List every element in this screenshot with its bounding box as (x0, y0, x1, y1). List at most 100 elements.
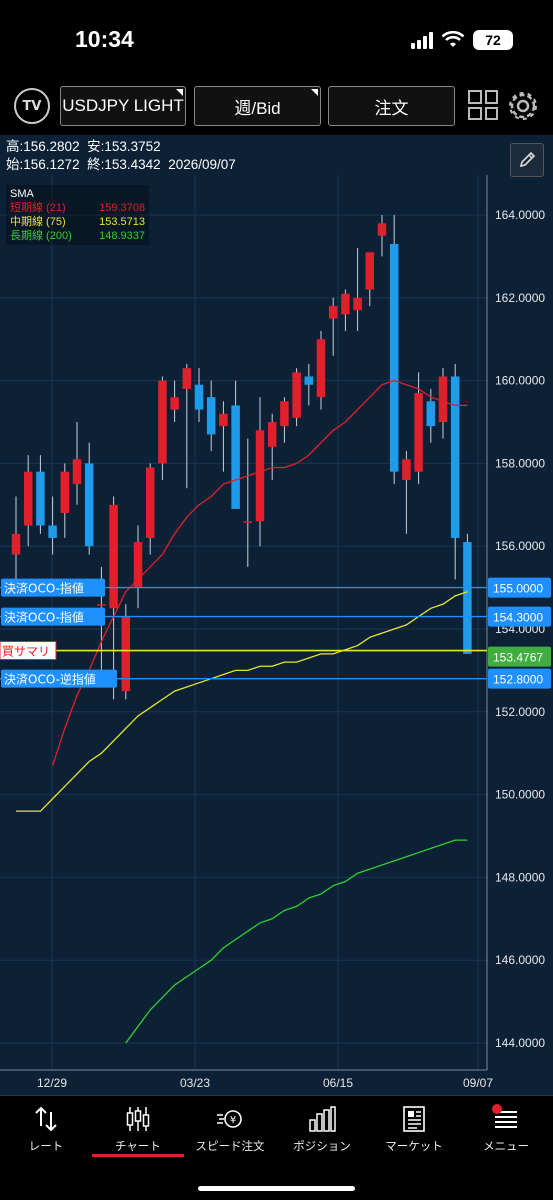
candle-body (60, 471, 70, 514)
nav-position[interactable]: ポジション (276, 1104, 368, 1154)
candle-body (194, 384, 204, 410)
date-tick-label: 06/15 (323, 1076, 353, 1090)
candle-body (170, 397, 179, 410)
position-bars-icon (309, 1106, 336, 1132)
chart-area[interactable]: 164.0000 162.0000 160.0000 158.0000 156.0000… (0, 135, 553, 1095)
price-tick-label: 150.0000 (495, 788, 545, 802)
candle-body (23, 471, 33, 526)
news-icon (403, 1106, 425, 1132)
candle-body (158, 380, 167, 464)
close-value: 153.4342 (104, 157, 161, 172)
tradingview-logo[interactable]: TV (14, 88, 50, 124)
candle-body (11, 533, 21, 555)
candle-body (243, 521, 253, 523)
candle-body (292, 372, 301, 418)
candle-body (97, 604, 106, 606)
price-tick-label: 162.0000 (495, 291, 545, 305)
candle-body (316, 339, 326, 398)
date-tick-label: 03/23 (180, 1076, 210, 1090)
candle-body (231, 405, 240, 509)
candle-body (328, 306, 338, 319)
order-price-label: 154.3000 (493, 611, 543, 625)
order-line-label: 決済OCO-逆指値 (4, 672, 96, 687)
symbol-label: USDJPY LIGHT (62, 96, 184, 115)
battery-icon: 72 (473, 30, 513, 50)
status-bar: 10:34 72 (0, 0, 553, 80)
date-tick-label: 12/29 (37, 1076, 67, 1090)
price-tick-label: 160.0000 (495, 374, 545, 388)
candle-body (48, 525, 57, 538)
price-tick-label: 152.0000 (495, 705, 545, 719)
high-value: 156.2802 (23, 139, 80, 154)
svg-text:¥: ¥ (230, 1115, 236, 1126)
candle-body (84, 463, 94, 547)
price-tick-label: 146.0000 (495, 953, 545, 967)
bottom-navigation: レート チャート ¥ スピード注文 ポジション マーケット メニュー (0, 1095, 553, 1200)
price-tick-label: 144.0000 (495, 1036, 545, 1050)
candle-body (121, 616, 131, 692)
candle-body (463, 542, 472, 654)
candle-body (36, 471, 45, 526)
candle-body (255, 430, 265, 522)
legend-row-mid: 中期線 (75) 153.5713 (10, 216, 145, 228)
timeframe-selector[interactable]: 週/Bid (194, 86, 321, 126)
speed-order-icon: ¥ (217, 1110, 242, 1128)
date-tick-label: 09/07 (463, 1076, 493, 1090)
signal-icon (411, 31, 433, 49)
chart-toolbar: TV USDJPY LIGHT 週/Bid 注文 (0, 80, 553, 135)
price-tick-label: 148.0000 (495, 870, 545, 884)
candle-body (145, 467, 155, 538)
legend-title: SMA (10, 188, 34, 200)
nav-rate[interactable]: レート (0, 1104, 92, 1154)
legend-row-short: 短期線 (21) 159.3708 (10, 202, 145, 214)
candle-body (267, 422, 277, 447)
open-value: 156.1272 (23, 157, 80, 172)
order-button[interactable]: 注文 (328, 86, 455, 126)
ohlc-readout: 高:156.2802 安:153.3752 始:156.1272 終:153.4… (6, 139, 236, 172)
home-indicator (198, 1186, 355, 1191)
order-label: 注文 (374, 98, 409, 118)
rate-arrows-icon (35, 1106, 57, 1132)
candle-body (353, 297, 362, 311)
price-chart[interactable]: 164.0000 162.0000 160.0000 158.0000 156.0000… (0, 135, 553, 1095)
candle-body (377, 223, 387, 236)
candle-body (341, 293, 350, 315)
menu-icon (492, 1104, 517, 1128)
nav-active-indicator (92, 1154, 184, 1157)
candle-body (426, 401, 436, 427)
candle-body (450, 376, 460, 538)
candle-body (72, 459, 82, 485)
candle-body (438, 376, 448, 422)
order-price-label: 152.8000 (493, 673, 543, 687)
price-tick-label: 158.0000 (495, 456, 545, 470)
nav-menu[interactable]: メニュー (460, 1104, 552, 1154)
symbol-selector[interactable]: USDJPY LIGHT (60, 86, 186, 126)
candle-body (389, 243, 399, 472)
candle-body (206, 397, 216, 435)
nav-chart[interactable]: チャート (92, 1104, 184, 1154)
order-line-label: 決済OCO-指値 (4, 581, 84, 596)
candle-body (402, 459, 411, 480)
bar-date: 2026/09/07 (168, 157, 236, 172)
candle-body (219, 413, 228, 427)
status-time: 10:34 (75, 26, 134, 52)
current-price-label: 153.4767 (493, 651, 543, 665)
sma-200-line (125, 839, 468, 1044)
price-tick-label: 164.0000 (495, 208, 545, 222)
candle-body (365, 252, 375, 290)
layout-grid-icon[interactable] (468, 90, 498, 120)
candle-body (182, 368, 192, 389)
low-value: 153.3752 (104, 139, 161, 154)
nav-market[interactable]: マーケット (368, 1104, 460, 1154)
legend-row-long: 長期線 (200) 148.9337 (10, 230, 145, 242)
order-line-label: 決済OCO-指値 (4, 610, 84, 625)
candle-body (414, 393, 423, 472)
candle-body (280, 401, 289, 427)
candle-body (109, 504, 118, 609)
gear-icon[interactable] (505, 88, 541, 124)
wifi-icon (441, 31, 465, 47)
drawing-tool-button[interactable] (510, 143, 544, 177)
nav-speed-order[interactable]: ¥ スピード注文 (184, 1104, 276, 1154)
candle-body (304, 376, 314, 385)
candlestick-icon (126, 1107, 150, 1131)
